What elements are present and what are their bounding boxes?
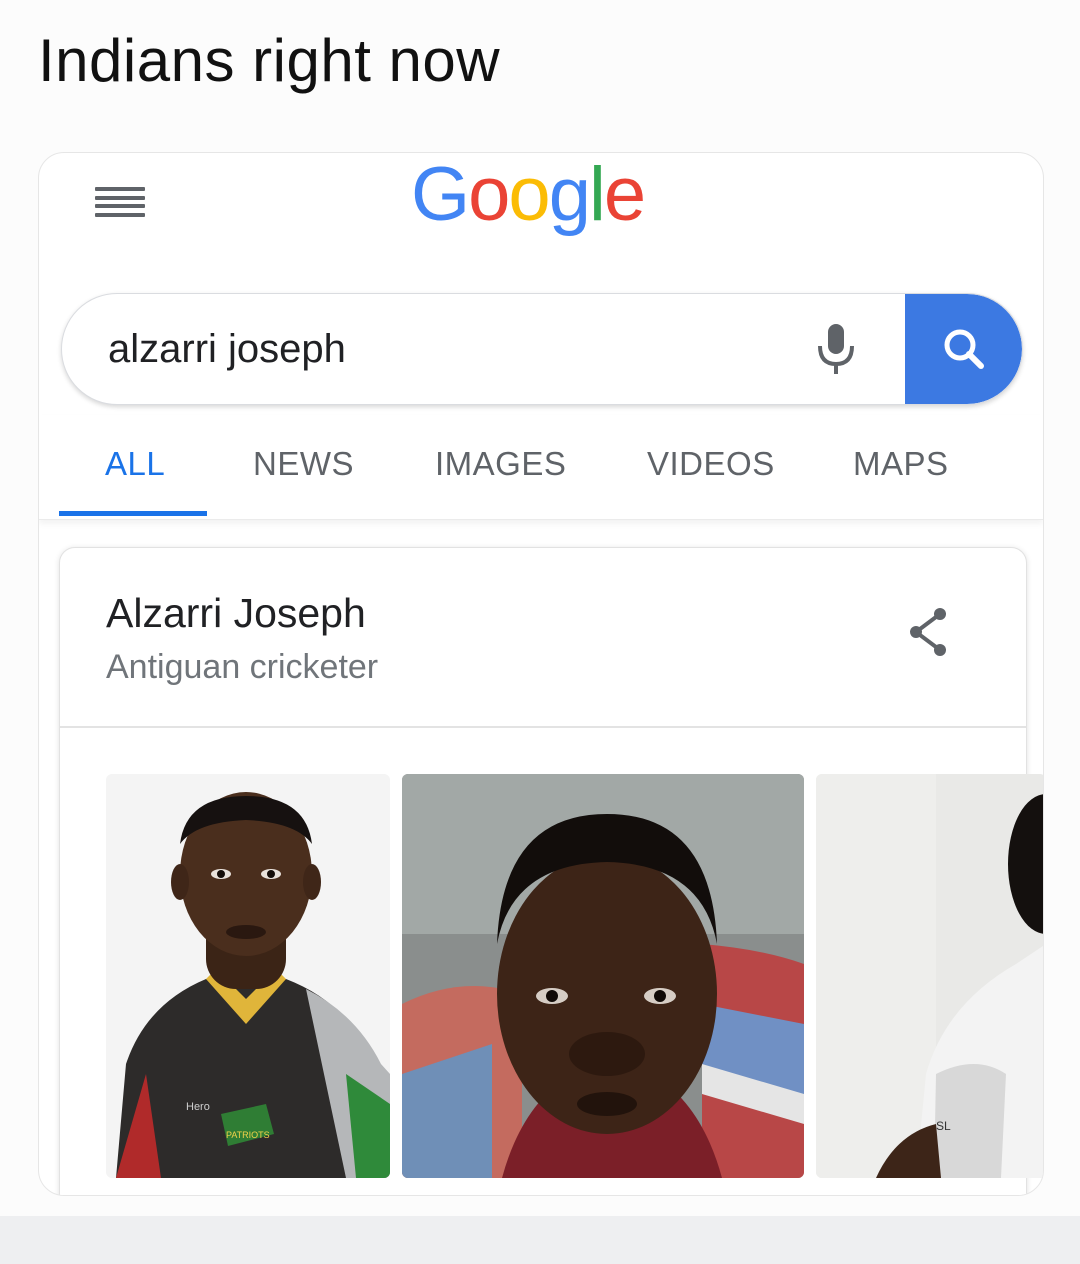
shirt-sponsor: SL xyxy=(936,1119,951,1133)
tab-news[interactable]: NEWS xyxy=(253,445,354,483)
logo-letter: l xyxy=(588,152,606,237)
player-photo-2[interactable] xyxy=(402,774,804,1178)
hamburger-menu-icon[interactable] xyxy=(95,183,145,217)
tab-all[interactable]: ALL xyxy=(105,445,165,483)
tab-maps[interactable]: MAPS xyxy=(853,445,949,483)
player-photo-3[interactable]: SL xyxy=(816,774,1043,1178)
search-input[interactable] xyxy=(108,322,788,376)
google-search-card: Google ALL NEWS IMAGES VIDEOS MAPS Alzar… xyxy=(38,152,1044,1196)
logo-letter: g xyxy=(548,152,591,237)
tab-images[interactable]: IMAGES xyxy=(435,445,566,483)
microphone-icon[interactable] xyxy=(814,322,858,378)
magnifier-icon xyxy=(944,329,984,369)
team-logo: PATRIOTS xyxy=(226,1130,270,1140)
search-button[interactable] xyxy=(905,294,1022,404)
bottom-bar xyxy=(0,1216,1080,1264)
knowledge-panel: Alzarri Joseph Antiguan cricketer Hero P… xyxy=(59,547,1043,1195)
logo-letter: G xyxy=(411,152,470,237)
share-icon[interactable] xyxy=(904,604,952,660)
jersey-sponsor: Hero xyxy=(186,1101,210,1113)
tab-videos[interactable]: VIDEOS xyxy=(647,445,775,483)
logo-letter: o xyxy=(468,152,510,237)
panel-divider xyxy=(60,726,1026,728)
logo-letter: e xyxy=(603,152,646,237)
search-bar xyxy=(61,293,1023,405)
google-logo[interactable]: Google xyxy=(411,152,646,238)
entity-subtitle: Antiguan cricketer xyxy=(106,648,379,686)
search-tabs: ALL NEWS IMAGES VIDEOS MAPS xyxy=(39,415,1043,520)
entity-title[interactable]: Alzarri Joseph xyxy=(106,590,366,637)
logo-letter: o xyxy=(508,152,550,237)
meme-caption: Indians right now xyxy=(38,27,501,94)
active-tab-indicator xyxy=(59,511,207,516)
player-photo-1[interactable]: Hero PATRIOTS xyxy=(106,774,390,1178)
